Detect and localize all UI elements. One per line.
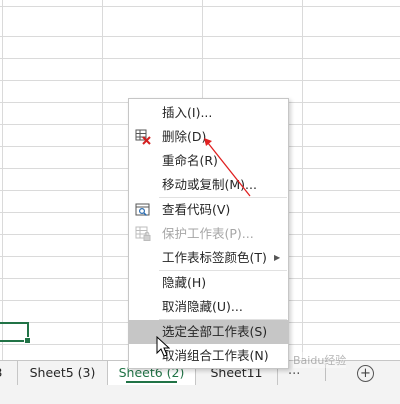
menu-item-select-all-sheets[interactable]: 选定全部工作表(S) [129,320,288,344]
menu-item-rename[interactable]: 重命名(R) [129,149,288,173]
menu-item-delete[interactable]: 删除(D) [129,125,288,149]
menu-item-insert[interactable]: 插入(I)... [129,101,288,125]
sheet-tab-sheet5-3[interactable]: Sheet5 (3) [18,361,108,385]
add-sheet-button[interactable]: + [357,365,374,382]
menu-item-label: 移动或复制(M)... [162,177,257,192]
sheet-context-menu: 插入(I)... 删除(D) 重命名(R) 移动或复制(M)... 查看代码(V… [128,98,289,369]
menu-item-label: 隐藏(H) [162,275,207,290]
menu-item-label: 保护工作表(P)... [162,226,254,241]
protect-sheet-icon [135,226,151,241]
menu-item-move-or-copy[interactable]: 移动或复制(M)... [129,173,288,197]
watermark-text: Baidu经验 [293,352,347,368]
menu-item-label: 选定全部工作表(S) [162,324,268,339]
menu-item-label: 取消组合工作表(N) [162,348,269,363]
menu-item-label: 取消隐藏(U)... [162,299,243,314]
view-code-icon [135,203,150,216]
menu-item-label: 插入(I)... [162,105,213,120]
menu-item-hide[interactable]: 隐藏(H) [129,271,288,295]
menu-item-ungroup-sheets[interactable]: 取消组合工作表(N) [129,344,288,368]
menu-item-label: 查看代码(V) [162,202,231,217]
menu-item-label: 重命名(R) [162,153,218,168]
sheet-tab-partial[interactable]: 3 [0,361,18,385]
delete-sheet-icon [135,129,151,145]
selected-cell[interactable] [0,322,31,344]
menu-item-label: 工作表标签颜色(T) [162,250,267,265]
submenu-arrow-icon: ▶ [274,253,281,262]
menu-item-view-code[interactable]: 查看代码(V) [129,198,288,222]
mouse-pointer-icon [156,336,170,357]
menu-item-tab-color[interactable]: 工作表标签颜色(T) ▶ [129,246,288,270]
menu-item-label: 删除(D) [162,129,207,144]
menu-item-unhide[interactable]: 取消隐藏(U)... [129,295,288,319]
menu-item-protect-sheet: 保护工作表(P)... [129,222,288,246]
